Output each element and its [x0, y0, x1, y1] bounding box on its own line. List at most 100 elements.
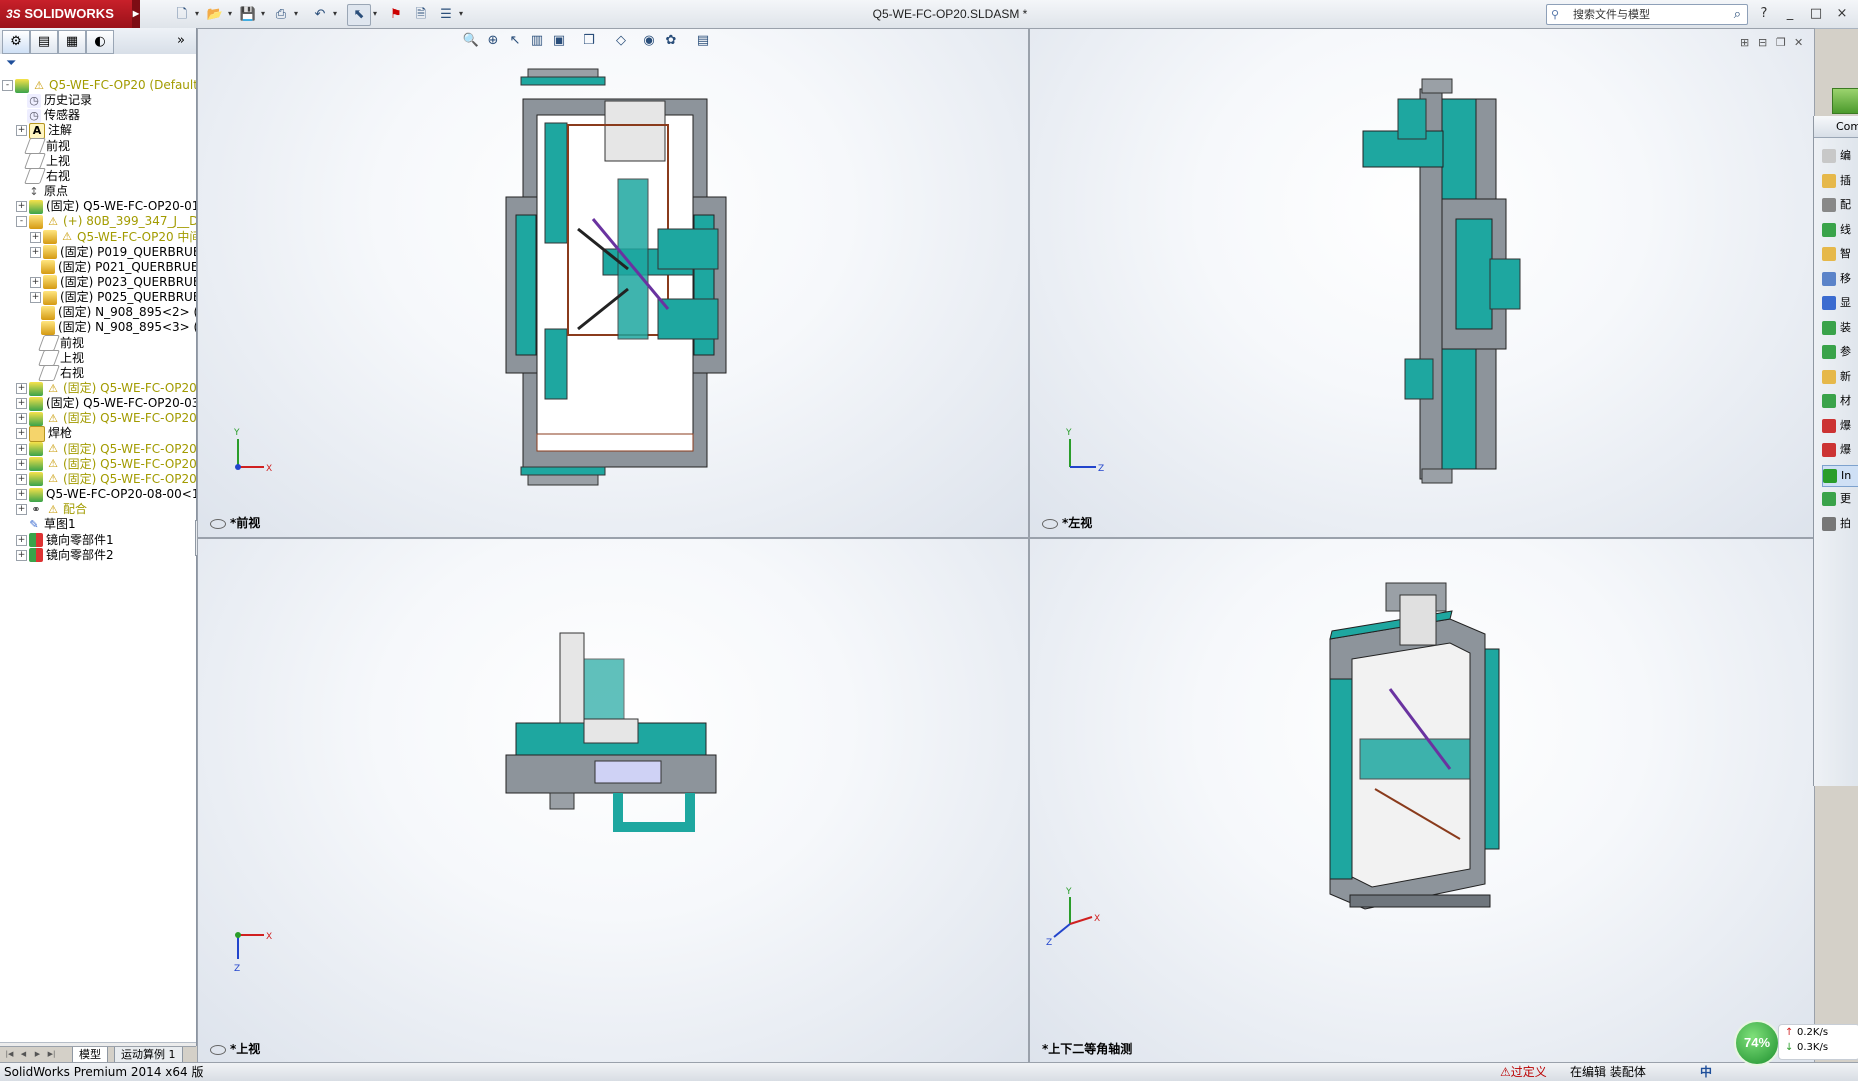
undo-icon[interactable]: ↶ — [308, 4, 332, 26]
ime-indicator[interactable]: 中 — [1700, 1063, 1712, 1081]
zoom-area-icon[interactable]: ⊕ — [484, 32, 502, 50]
expand-toggle-icon[interactable]: + — [16, 201, 27, 213]
task-pane-item[interactable]: 更 — [1822, 489, 1858, 509]
close-button[interactable]: × — [1830, 4, 1854, 24]
task-pane-item[interactable]: 材 — [1822, 391, 1858, 411]
task-pane-item[interactable]: 装 — [1822, 318, 1858, 338]
expand-toggle-icon[interactable]: + — [16, 428, 27, 440]
expand-toggle-icon[interactable]: - — [2, 80, 13, 91]
print-icon[interactable]: ⎙ — [269, 4, 293, 26]
expand-toggle-icon[interactable]: + — [30, 292, 41, 304]
new-dropdown[interactable]: ▾ — [193, 4, 201, 24]
prev-tab-icon[interactable]: ◀ — [18, 1049, 29, 1060]
options-dropdown[interactable]: ▾ — [457, 4, 465, 24]
feature-tree-tab-icon[interactable]: ⚙ — [2, 30, 30, 54]
filter-icon[interactable]: ⏷ — [6, 56, 16, 71]
expand-toggle-icon[interactable]: + — [16, 534, 27, 546]
viewport-layout-icon[interactable]: ⊞ — [1740, 36, 1749, 49]
expand-toggle-icon[interactable]: - — [16, 216, 27, 228]
task-pane-item[interactable]: 爆 — [1822, 440, 1858, 460]
task-pane-item[interactable]: 拍 — [1822, 514, 1858, 534]
task-pane-item[interactable]: 配 — [1822, 195, 1858, 215]
property-tab-icon[interactable]: ▤ — [30, 30, 58, 54]
first-tab-icon[interactable]: |◀ — [4, 1049, 15, 1060]
task-pane-item[interactable]: 编 — [1822, 146, 1858, 166]
section-view-icon[interactable]: ▥ — [528, 32, 546, 50]
edit-appearance-icon[interactable]: ✿ — [662, 32, 680, 50]
expand-toggle-icon[interactable]: + — [16, 549, 27, 561]
viewport-isometric[interactable]: Y X Z *上下二等角轴测 — [1029, 538, 1815, 1064]
minimize-button[interactable]: _ — [1778, 4, 1802, 24]
expand-toggle-icon[interactable]: + — [16, 443, 27, 455]
display-style-icon[interactable]: ◇ — [612, 32, 630, 50]
viewport-restore-icon[interactable]: ❐ — [1776, 36, 1786, 49]
task-pane-item[interactable]: 线 — [1822, 220, 1858, 240]
view-settings-icon[interactable]: ▤ — [694, 32, 712, 50]
expand-toggle-icon[interactable]: + — [16, 458, 27, 470]
select-dropdown[interactable]: ▾ — [371, 4, 379, 24]
solidworks-logo[interactable]: 3S SOLIDWORKS ▶ — [0, 0, 140, 28]
options-icon[interactable]: ☰ — [434, 4, 458, 26]
expand-toggle-icon[interactable]: + — [16, 125, 27, 137]
task-pane-item[interactable]: 显 — [1822, 293, 1858, 313]
help-button[interactable]: ? — [1752, 4, 1776, 24]
viewport-link-icon[interactable]: ⊟ — [1758, 36, 1767, 49]
search-scope-icon[interactable]: ⚲ — [1551, 5, 1559, 24]
display-tab-icon[interactable]: ◐ — [86, 30, 114, 54]
task-pane-item[interactable]: 参 — [1822, 342, 1858, 362]
over-defined-status[interactable]: ⚠过定义 — [1500, 1063, 1547, 1081]
dynamic-annotation-icon[interactable]: ▣ — [550, 32, 568, 50]
zoom-to-fit-icon[interactable]: 🔍 — [462, 32, 480, 50]
tab-motion-study[interactable]: 运动算例 1 — [114, 1047, 183, 1063]
cpu-percent-badge[interactable]: 74% — [1734, 1020, 1780, 1066]
configuration-tab-icon[interactable]: ▦ — [58, 30, 86, 54]
file-properties-icon[interactable]: 🗎 — [409, 4, 433, 26]
task-pane-item[interactable]: 移 — [1822, 269, 1858, 289]
expand-toggle-icon[interactable]: + — [30, 231, 41, 243]
save-dropdown[interactable]: ▾ — [259, 4, 267, 24]
previous-view-icon[interactable]: ↖ — [506, 32, 524, 50]
next-tab-icon[interactable]: ▶ — [32, 1049, 43, 1060]
viewport-left[interactable]: Y Z *左视 — [1029, 28, 1815, 538]
task-pane-item[interactable]: 新 — [1822, 367, 1858, 387]
task-pane-item[interactable]: In — [1822, 464, 1858, 487]
task-pane-item[interactable]: 爆 — [1822, 416, 1858, 436]
view-orientation-icon[interactable]: ❒ — [580, 32, 598, 50]
viewport-close-icon[interactable]: ✕ — [1794, 36, 1803, 49]
expand-toggle-icon[interactable]: + — [16, 398, 27, 410]
view-eye-icon[interactable] — [1042, 518, 1058, 529]
expand-toggle-icon[interactable]: + — [16, 473, 27, 485]
search-input[interactable]: ⚲ 搜索文件与模型 ⌕ — [1546, 4, 1748, 25]
expand-toggle-icon[interactable]: + — [30, 246, 41, 258]
search-icon[interactable]: ⌕ — [1734, 5, 1741, 24]
new-icon[interactable]: 🗋 — [170, 4, 194, 26]
save-icon[interactable]: 💾 — [236, 4, 260, 26]
filter-bar[interactable]: ⏷ — [0, 54, 196, 75]
tree-node[interactable]: + 镜向零部件2 — [16, 546, 114, 564]
network-speed-widget[interactable]: 74% ↑ 0.2K/s ↓ 0.3K/s — [1734, 1020, 1858, 1066]
task-pane-item[interactable]: 智 — [1822, 244, 1858, 264]
expand-toggle-icon[interactable]: + — [16, 504, 27, 516]
open-icon[interactable]: 📂 — [203, 4, 227, 26]
view-eye-icon[interactable] — [210, 518, 226, 529]
expand-toggle-icon[interactable]: + — [16, 383, 27, 394]
expand-toggle-icon[interactable]: + — [16, 489, 27, 501]
task-pane-resources-icon[interactable] — [1832, 88, 1858, 114]
print-dropdown[interactable]: ▾ — [292, 4, 300, 24]
task-pane-item[interactable]: 插 — [1822, 171, 1858, 191]
expand-toggle-icon[interactable]: + — [16, 413, 27, 425]
undo-dropdown[interactable]: ▾ — [331, 4, 339, 24]
select-icon[interactable]: ⬉ — [347, 4, 371, 26]
view-eye-icon[interactable] — [210, 1044, 226, 1055]
rebuild-icon[interactable]: ⚑ — [384, 4, 408, 26]
expand-toggle-icon[interactable]: + — [30, 276, 41, 288]
open-dropdown[interactable]: ▾ — [226, 4, 234, 24]
last-tab-icon[interactable]: ▶| — [46, 1049, 57, 1060]
logo-menu-arrow-icon[interactable]: ▶ — [132, 0, 140, 28]
hide-show-items-icon[interactable]: ◉ — [640, 32, 658, 50]
tab-model[interactable]: 模型 — [72, 1047, 108, 1063]
restore-button[interactable]: □ — [1804, 4, 1828, 24]
viewport-top[interactable]: Z X *上视 — [197, 538, 1029, 1064]
viewport-front[interactable]: Y X *前视 — [197, 28, 1029, 538]
expand-panel-icon[interactable]: » — [168, 30, 194, 52]
